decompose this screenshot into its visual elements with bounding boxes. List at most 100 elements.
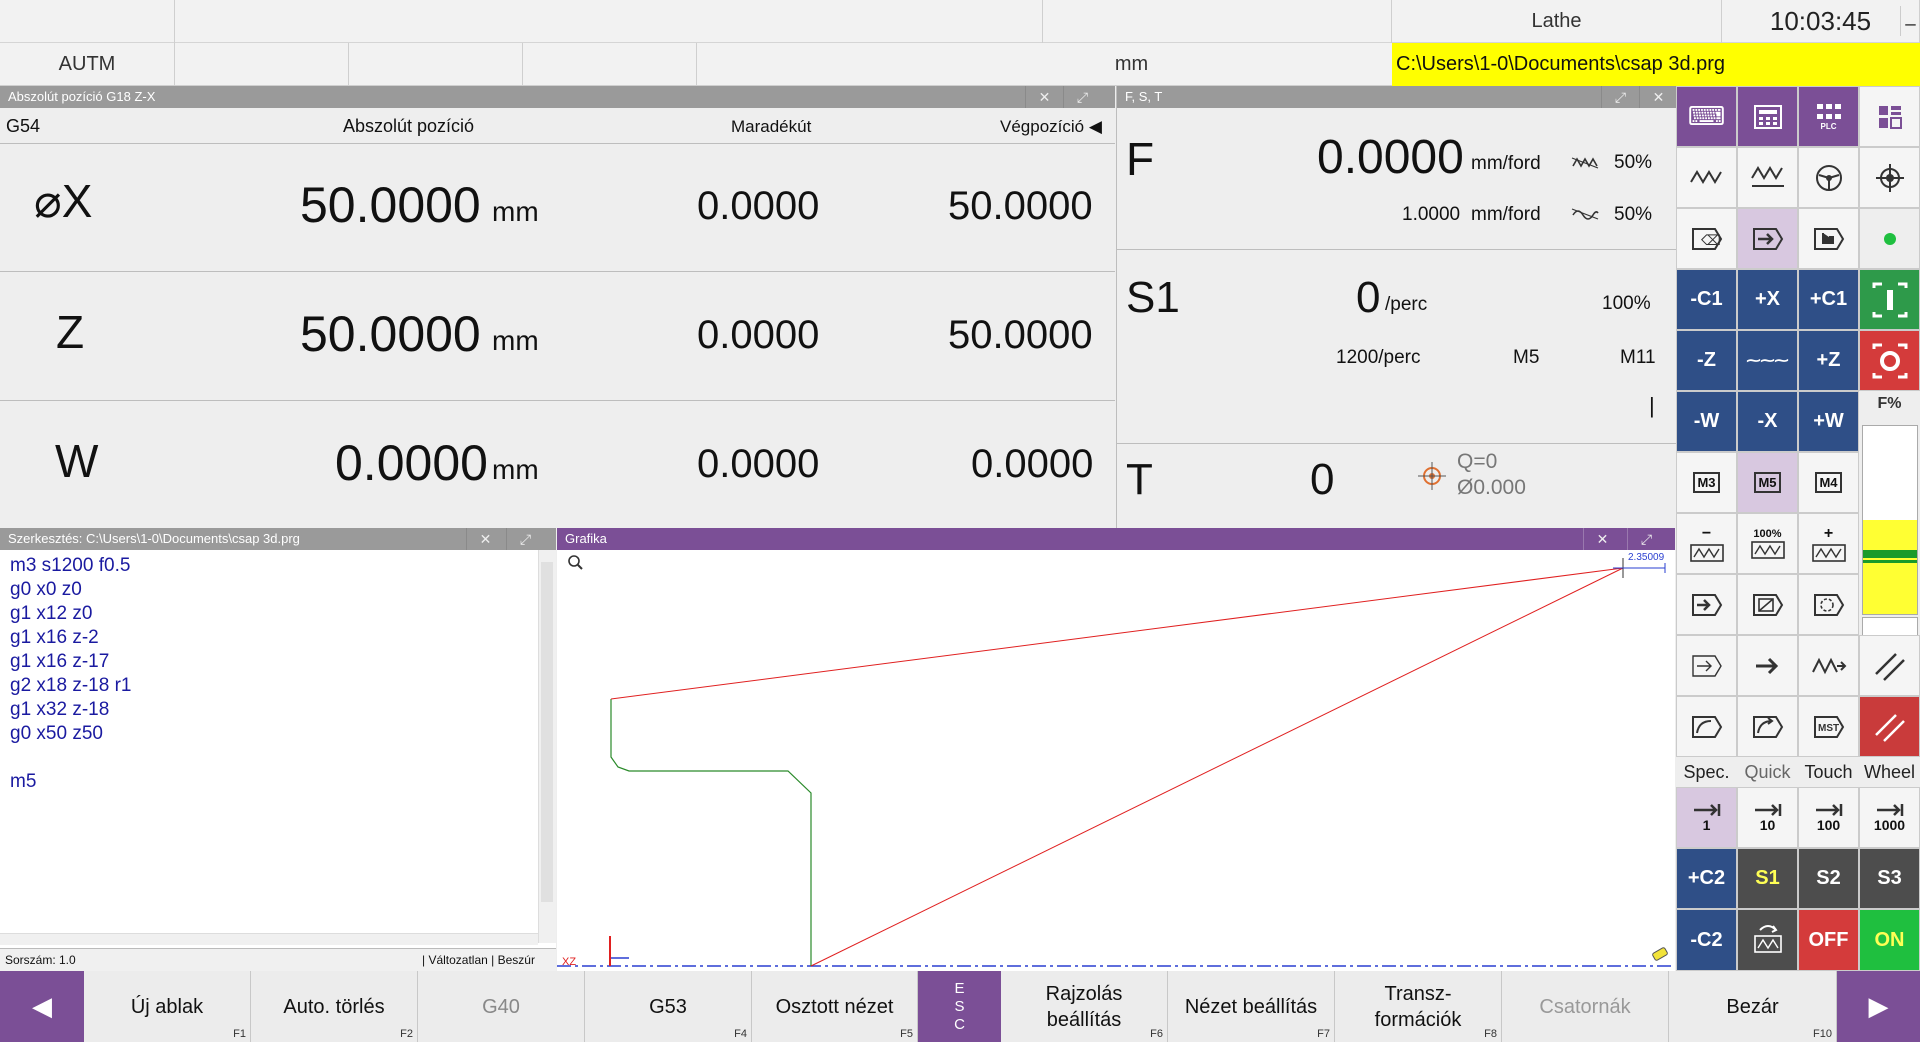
curve-block-button[interactable] (1676, 696, 1737, 757)
dry-run-button[interactable] (1676, 635, 1737, 696)
code-line[interactable] (10, 746, 538, 770)
eraser-icon[interactable] (1652, 947, 1668, 961)
spindle-100-button[interactable]: 100% (1737, 513, 1798, 574)
expand-icon[interactable]: ⤢ (1627, 528, 1665, 550)
editor-hscrollbar[interactable] (0, 933, 538, 945)
code-line[interactable]: g0 x0 z0 (10, 578, 538, 602)
axis-remaining: 0.0000 (697, 184, 820, 228)
f1-new-window-button[interactable]: Új ablak F1 (84, 971, 251, 1042)
reference-button[interactable] (1859, 147, 1920, 208)
scroll-thumb[interactable] (541, 562, 553, 902)
expand-icon[interactable]: ⤢ (506, 528, 544, 550)
code-line[interactable]: g1 x32 z-18 (10, 698, 538, 722)
manual-button[interactable] (1798, 208, 1859, 269)
optional-stop-button[interactable] (1798, 574, 1859, 635)
jog-rapid-button[interactable]: ⁓⁓⁓ (1737, 330, 1798, 391)
spindle-orient-button[interactable] (1737, 909, 1798, 971)
jog-plus-z-button[interactable]: +Z (1798, 330, 1859, 391)
jog-plus-c1-button[interactable]: +C1 (1798, 269, 1859, 330)
next-page-button[interactable]: ▶ (1837, 971, 1920, 1042)
optional-skip-button[interactable] (1737, 574, 1798, 635)
keyboard-button[interactable]: ⌨ (1676, 86, 1737, 147)
minimize-button[interactable]: _ (1900, 6, 1920, 36)
spindle-minus-button[interactable]: − (1676, 513, 1737, 574)
expand-icon[interactable]: ⤢ (1063, 86, 1101, 108)
layout-button[interactable] (1859, 86, 1920, 147)
calculator-button[interactable] (1737, 86, 1798, 147)
close-icon[interactable]: ✕ (1583, 528, 1621, 550)
rapid-move-line (610, 567, 1624, 700)
expand-icon[interactable]: ⤢ (1601, 86, 1639, 108)
on-button[interactable]: ON (1859, 909, 1920, 971)
go-button[interactable] (1737, 635, 1798, 696)
f10-close-button[interactable]: Bezár F10 (1669, 971, 1837, 1042)
s2-button[interactable]: S2 (1798, 848, 1859, 909)
f7-view-settings-button[interactable]: Nézet beállítás F7 (1168, 971, 1335, 1042)
g40-button[interactable]: G40 (418, 971, 585, 1042)
prev-page-button[interactable]: ◀ (0, 971, 84, 1042)
jog-plus-x-button[interactable]: +X (1737, 269, 1798, 330)
jog-minus-z-button[interactable]: -Z (1676, 330, 1737, 391)
increment-100-button[interactable]: 100 (1798, 787, 1859, 848)
code-editor[interactable]: m3 s1200 f0.5 g0 x0 z0 g1 x12 z0 g1 x16 … (0, 550, 538, 943)
jog-minus-x-button[interactable]: -X (1737, 391, 1798, 452)
close-icon[interactable]: ✕ (1025, 86, 1063, 108)
esc-button[interactable]: E S C (918, 971, 1001, 1042)
m5-button[interactable]: M5 (1737, 452, 1798, 513)
editor-vscrollbar[interactable] (538, 550, 556, 943)
wave-mode-button[interactable] (1676, 147, 1737, 208)
code-line[interactable]: g1 x12 z0 (10, 602, 538, 626)
hatch-button[interactable] (1859, 635, 1920, 696)
m3-button[interactable]: M3 (1676, 452, 1737, 513)
feed-wave-button[interactable] (1798, 635, 1859, 696)
f4-g53-button[interactable]: G53 F4 (585, 971, 752, 1042)
mode-quick[interactable]: Quick (1737, 757, 1798, 787)
cycle-stop-button[interactable] (1859, 330, 1920, 391)
code-line[interactable]: g2 x18 z-18 r1 (10, 674, 538, 698)
mode-spec[interactable]: Spec. (1676, 757, 1737, 787)
f6-drawing-settings-button[interactable]: Rajzolás beállítás F6 (1001, 971, 1168, 1042)
off-button[interactable]: OFF (1798, 909, 1859, 971)
zoom-icon[interactable] (568, 555, 583, 570)
mode-touch[interactable]: Touch (1798, 757, 1859, 787)
feed-gauge-track[interactable] (1862, 425, 1918, 615)
col-end[interactable]: Végpozíció ◀ (1000, 117, 1102, 137)
f2-auto-delete-button[interactable]: Auto. törlés F2 (251, 971, 418, 1042)
jog-minus-w-button[interactable]: -W (1676, 391, 1737, 452)
mst-button[interactable]: MST (1798, 696, 1859, 757)
next-block-button[interactable] (1676, 574, 1737, 635)
code-line[interactable]: g1 x16 z-2 (10, 626, 538, 650)
toolpath-canvas[interactable] (557, 550, 1675, 971)
s3-button[interactable]: S3 (1859, 848, 1920, 909)
plus-c2-button[interactable]: +C2 (1676, 848, 1737, 909)
m4-button[interactable]: M4 (1798, 452, 1859, 513)
code-line[interactable]: g1 x16 z-17 (10, 650, 538, 674)
close-icon[interactable]: ✕ (466, 528, 504, 550)
increment-1000-button[interactable]: 1000 (1859, 787, 1920, 848)
hatch-red-button[interactable] (1859, 696, 1920, 757)
code-line[interactable]: m3 s1200 f0.5 (10, 554, 538, 578)
single-block-button[interactable]: ⌫ (1676, 208, 1737, 269)
f8-transformations-button[interactable]: Transz-formációk F8 (1335, 971, 1502, 1042)
auto-run-button[interactable] (1737, 208, 1798, 269)
channels-button[interactable]: Csatornák (1502, 971, 1669, 1042)
feed-override: 50% (1614, 152, 1653, 173)
increment-1-button[interactable]: 1 (1676, 787, 1737, 848)
steering-button[interactable] (1798, 147, 1859, 208)
jog-minus-c1-button[interactable]: -C1 (1676, 269, 1737, 330)
status-cell (349, 43, 523, 86)
curve-arrow-button[interactable] (1737, 696, 1798, 757)
spindle-plus-button[interactable]: + (1798, 513, 1859, 574)
code-line[interactable]: m5 (10, 770, 538, 794)
mode-wheel[interactable]: Wheel (1859, 757, 1920, 787)
wave-line-button[interactable] (1737, 147, 1798, 208)
f5-split-view-button[interactable]: Osztott nézet F5 (752, 971, 918, 1042)
close-icon[interactable]: ✕ (1639, 86, 1677, 108)
increment-10-button[interactable]: 10 (1737, 787, 1798, 848)
jog-plus-w-button[interactable]: +W (1798, 391, 1859, 452)
code-line[interactable]: g0 x50 z50 (10, 722, 538, 746)
s1-button[interactable]: S1 (1737, 848, 1798, 909)
cycle-start-button[interactable] (1859, 269, 1920, 330)
minus-c2-button[interactable]: -C2 (1676, 909, 1737, 971)
plc-button[interactable]: PLC (1798, 86, 1859, 147)
